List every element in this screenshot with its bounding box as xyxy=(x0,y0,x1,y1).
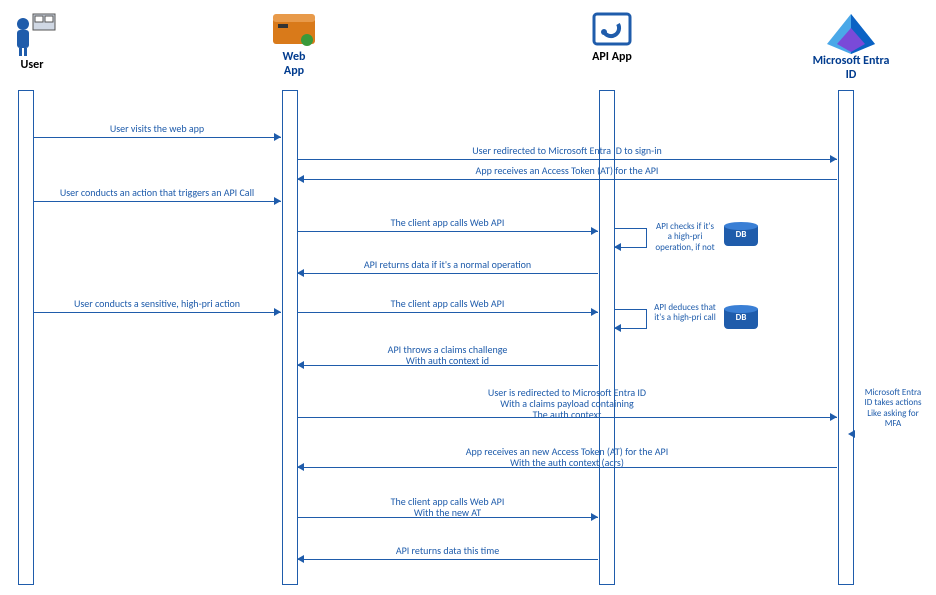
message-text: The client app calls Web API xyxy=(297,298,598,309)
server-icon xyxy=(269,10,319,50)
message-arrow: API returns data this time xyxy=(297,552,598,566)
actor-webapp: Web App xyxy=(264,10,324,78)
message-text: API returns data this time xyxy=(297,545,598,556)
message-arrow: App receives an Access Token (AT) for th… xyxy=(297,172,837,186)
lifeline-apiapp xyxy=(599,90,615,585)
message-text: The client app calls Web API With the ne… xyxy=(297,496,598,518)
actor-user: User xyxy=(2,10,62,72)
message-arrow: The client app calls Web API xyxy=(297,224,598,238)
entra-icon xyxy=(821,10,881,54)
user-icon xyxy=(5,10,59,58)
database-icon: DB xyxy=(724,222,758,246)
actor-user-label: User xyxy=(2,58,62,72)
side-note-entra: Microsoft Entra ID takes actions Like as… xyxy=(854,388,932,429)
message-arrow: User is redirected to Microsoft Entra ID… xyxy=(297,410,837,424)
actor-header-row: User Web App API App Microsoft Entra ID xyxy=(10,10,926,90)
actor-apiapp: API App xyxy=(582,10,642,64)
message-text: User is redirected to Microsoft Entra ID… xyxy=(297,387,837,420)
message-arrow: User conducts a sensitive, high-pri acti… xyxy=(33,305,281,319)
message-text: User conducts an action that triggers an… xyxy=(33,187,281,198)
actor-apiapp-label: API App xyxy=(582,50,642,64)
actor-entra: Microsoft Entra ID xyxy=(806,10,896,82)
self-call-note: API deduces that it's a high-pri call xyxy=(648,303,722,324)
api-app-icon xyxy=(590,10,634,50)
database-icon: DB xyxy=(724,305,758,329)
message-text: User visits the web app xyxy=(33,123,281,134)
message-text: App receives an new Access Token (AT) fo… xyxy=(297,446,837,468)
message-arrow: App receives an new Access Token (AT) fo… xyxy=(297,460,837,474)
sequence-diagram-body: Microsoft Entra ID takes actions Like as… xyxy=(10,90,926,585)
lifeline-user xyxy=(18,90,34,585)
actor-webapp-label: Web App xyxy=(264,50,324,78)
message-text: API throws a claims challenge With auth … xyxy=(297,344,598,366)
message-arrow: User redirected to Microsoft Entra ID to… xyxy=(297,152,837,166)
message-arrow: User visits the web app xyxy=(33,130,281,144)
actor-entra-label: Microsoft Entra ID xyxy=(806,54,896,82)
message-arrow: API throws a claims challenge With auth … xyxy=(297,358,598,372)
message-arrow: The client app calls Web API With the ne… xyxy=(297,510,598,524)
self-call-loop xyxy=(614,309,647,329)
message-text: User redirected to Microsoft Entra ID to… xyxy=(297,145,837,156)
self-call-note: API checks if it's a high-pri operation,… xyxy=(648,222,722,253)
self-call-loop xyxy=(614,228,647,248)
message-text: API returns data if it's a normal operat… xyxy=(297,259,598,270)
lifeline-entra xyxy=(838,90,854,585)
message-arrow: API returns data if it's a normal operat… xyxy=(297,266,598,280)
message-arrow: The client app calls Web API xyxy=(297,305,598,319)
message-text: App receives an Access Token (AT) for th… xyxy=(297,165,837,176)
message-arrow: User conducts an action that triggers an… xyxy=(33,194,281,208)
message-text: User conducts a sensitive, high-pri acti… xyxy=(33,298,281,309)
lifeline-webapp xyxy=(282,90,298,585)
message-text: The client app calls Web API xyxy=(297,217,598,228)
